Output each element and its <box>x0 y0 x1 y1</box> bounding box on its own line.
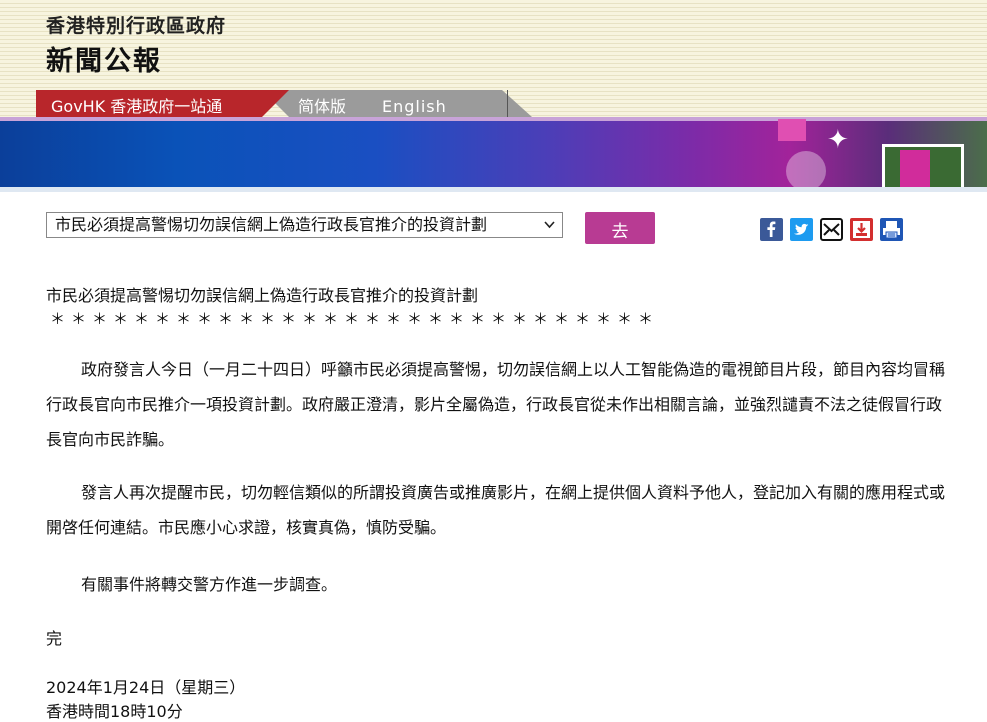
press-release-title: 新聞公報 <box>46 46 162 77</box>
page-header: 香港特別行政區政府 新聞公報 GovHK 香港政府一站通 简体版 English <box>0 0 987 117</box>
banner-star: ✦ <box>827 125 849 155</box>
title-divider-stars: ＊＊＊＊＊＊＊＊＊＊＊＊＊＊＊＊＊＊＊＊＊＊＊＊＊＊＊＊＊ <box>50 310 660 328</box>
banner-edge <box>0 187 987 192</box>
govhk-link[interactable]: GovHK 香港政府一站通 <box>36 90 262 117</box>
banner-square <box>778 119 806 141</box>
go-button[interactable]: 去 <box>585 212 655 244</box>
header-banner: ✦ <box>0 117 987 187</box>
paragraph-1: 政府發言人今日（一月二十四日）呼籲市民必須提高警惕，切勿誤信網上以人工智能偽造的… <box>46 360 946 449</box>
nav-divider <box>262 90 289 117</box>
banner-block <box>900 150 930 187</box>
paragraph-2: 發言人再次提醒市民，切勿輕信類似的所謂投資廣告或推廣影片，在網上提供個人資料予他… <box>46 483 946 537</box>
release-date: 2024年1月24日（星期三） <box>46 678 246 697</box>
bookmark-icon[interactable] <box>850 218 873 241</box>
language-nav: GovHK 香港政府一站通 简体版 English <box>36 90 532 117</box>
nav-separator <box>507 90 508 117</box>
facebook-icon[interactable] <box>760 218 783 241</box>
print-icon[interactable] <box>880 218 903 241</box>
chevron-down-icon <box>543 213 556 237</box>
article-select-value: 市民必須提高警惕切勿誤信網上偽造行政長官推介的投資計劃 <box>55 215 488 234</box>
twitter-icon[interactable] <box>790 218 813 241</box>
end-mark: 完 <box>46 629 63 648</box>
government-name: 香港特別行政區政府 <box>46 15 227 37</box>
article-title: 市民必須提高警惕切勿誤信網上偽造行政長官推介的投資計劃 <box>46 286 479 305</box>
banner-stripe <box>0 117 987 121</box>
release-time: 香港時間18時10分 <box>46 702 183 721</box>
email-icon[interactable] <box>820 218 843 241</box>
banner-circle <box>786 151 826 187</box>
article-select[interactable]: 市民必須提高警惕切勿誤信網上偽造行政長官推介的投資計劃 <box>46 212 563 238</box>
paragraph-3: 有關事件將轉交警方作進一步調查。 <box>81 575 338 594</box>
